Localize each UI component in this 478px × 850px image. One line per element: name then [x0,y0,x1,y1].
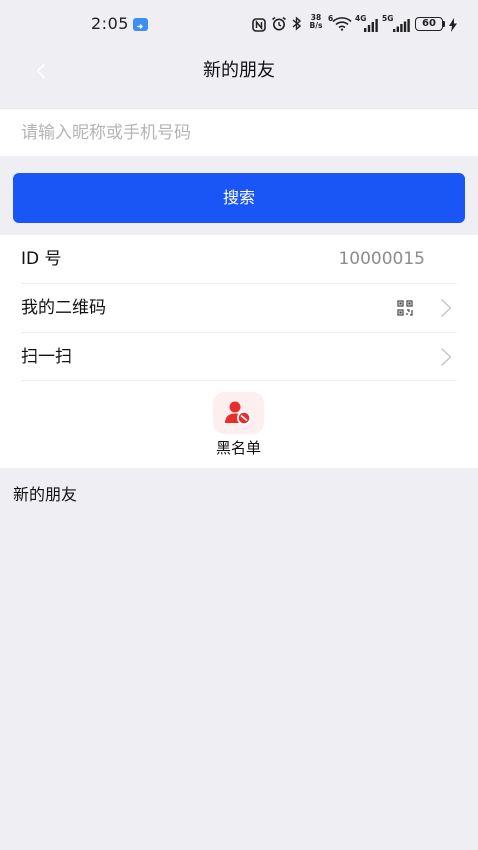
id-row: ID 号 10000015 [0,235,478,283]
chevron-right-icon [440,298,452,318]
my-qr-code-label: 我的二维码 [21,298,106,318]
new-friends-section-title: 新的朋友 [13,485,78,504]
signal-4g-bars-icon [364,17,378,36]
network-speed-unit: B/s [309,21,323,30]
bluetooth-icon [292,16,302,35]
scan-label: 扫一扫 [21,347,72,367]
alarm-icon [271,16,287,35]
divider [21,380,457,381]
network-speed: 38 B/s [307,14,325,30]
blacklist-label[interactable]: 黑名单 [0,439,477,457]
battery-level: 60 [422,18,436,29]
id-value: 10000015 [338,249,425,269]
qr-code-icon [397,300,413,316]
search-input[interactable] [0,109,478,156]
my-qr-code-row[interactable]: 我的二维码 [0,284,478,332]
status-bar: 2:05 38 B/s 6 4G 5G 60 [0,0,478,48]
signal-5g-label: 5G [382,14,394,23]
nfc-icon [252,17,266,36]
scan-row[interactable]: 扫一扫 [0,333,478,381]
id-label: ID 号 [21,249,62,269]
signal-5g-bars-icon [393,17,410,36]
nav-bar: 新的朋友 [0,48,478,100]
chevron-right-icon [440,347,452,367]
options-panel: ID 号 10000015 我的二维码 扫一扫 黑名单 [0,235,478,468]
charging-bolt-icon [449,17,457,36]
search-field-container [0,108,478,156]
battery-nub [443,21,445,27]
blacklist-user-icon[interactable] [213,392,264,434]
app-notification-icon [133,18,148,31]
search-button[interactable]: 搜索 [13,173,465,223]
battery-icon: 60 [415,17,443,31]
wifi-icon [332,16,352,35]
status-time: 2:05 [91,14,129,33]
page-title: 新的朋友 [203,60,275,81]
